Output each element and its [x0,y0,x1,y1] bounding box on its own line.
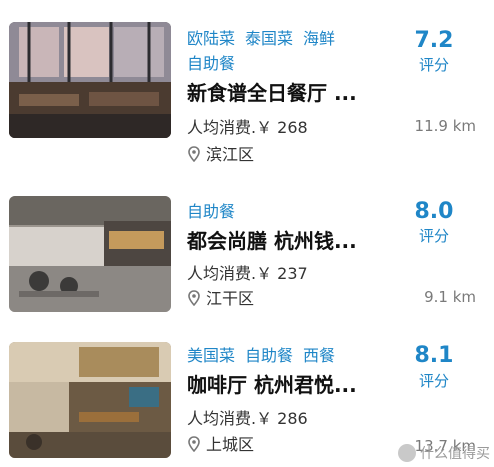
rating-score: 8.1 [414,343,454,368]
cuisine-tag: 海鲜 [303,29,336,48]
rating-score: 8.0 [414,199,454,224]
distance: 9.1 km [424,288,476,306]
restaurant-name[interactable]: 咖啡厅 杭州君悦... [187,372,362,398]
district: 上城区 [187,434,254,456]
average-price: 人均消费.￥ 286 [187,409,308,428]
rating-score: 7.2 [414,28,454,53]
cuisine-tag: 自助餐 [245,346,294,365]
cuisine-tag: 泰国菜 [245,29,294,48]
location-pin-icon [188,290,200,306]
restaurant-list: 欧陆菜 泰国菜 海鲜 自助餐 新食谱全日餐厅 ... 人均消费.￥ 268 滨江区 … [0,0,494,467]
average-price: 人均消费.￥ 268 [187,118,308,137]
average-price: 人均消费.￥ 237 [187,264,308,283]
cuisine-tag: 欧陆菜 [187,29,236,48]
restaurant-photo[interactable] [9,196,171,312]
restaurant-card[interactable]: 自助餐 都会尚膳 杭州钱... 人均消费.￥ 237 江干区 8.0 评分 9.… [0,158,494,312]
rating-label: 评分 [418,56,449,74]
cuisine-tag: 自助餐 [187,54,236,73]
watermark: 什么值得买 [398,443,490,463]
cuisine-tag: 美国菜 [187,346,236,365]
cuisine-tags: 美国菜 自助餐 西餐 [187,345,345,367]
rating-label: 评分 [418,227,449,245]
cuisine-tags: 自助餐 [187,201,245,223]
restaurant-name[interactable]: 都会尚膳 杭州钱... [187,228,362,254]
watermark-text: 什么值得买 [420,446,490,462]
district-name: 上城区 [206,435,255,454]
cuisine-tags: 欧陆菜 泰国菜 海鲜 [187,28,345,50]
restaurant-name[interactable]: 新食谱全日餐厅 ... [187,80,362,106]
district: 江干区 [187,288,254,310]
rating-label: 评分 [418,372,449,390]
restaurant-photo[interactable] [9,22,171,138]
district-name: 江干区 [206,289,255,308]
restaurant-photo[interactable] [9,342,171,458]
cuisine-tag: 自助餐 [187,202,236,221]
location-pin-icon [188,436,200,452]
brand-logo-icon [398,444,416,462]
cuisine-tag: 西餐 [303,346,336,365]
distance: 11.9 km [414,117,476,135]
restaurant-card[interactable]: 欧陆菜 泰国菜 海鲜 自助餐 新食谱全日餐厅 ... 人均消费.￥ 268 滨江区 … [0,0,494,164]
